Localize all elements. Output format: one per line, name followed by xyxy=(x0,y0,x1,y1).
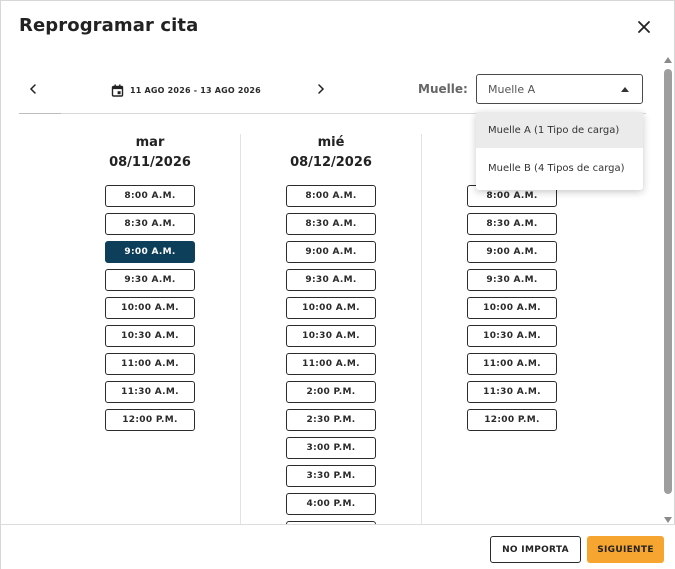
column-divider xyxy=(240,134,241,526)
skip-button[interactable]: NO IMPORTA xyxy=(490,536,581,563)
time-slot[interactable]: 10:00 A.M. xyxy=(467,297,557,319)
next-range-button[interactable] xyxy=(311,79,331,99)
next-button[interactable]: SIGUIENTE xyxy=(587,536,664,563)
dock-dropdown-menu: Muelle A (1 Tipo de carga) Muelle B (4 T… xyxy=(476,112,643,190)
time-slot[interactable]: 9:30 A.M. xyxy=(286,269,376,291)
day-header-2: mié 08/12/2026 xyxy=(286,135,376,170)
day-date: 08/12/2026 xyxy=(290,155,372,170)
slot-list-day-2: 8:00 A.M. 8:30 A.M. 9:00 A.M. 9:30 A.M. … xyxy=(286,185,376,549)
time-slot[interactable]: 10:30 A.M. xyxy=(467,325,557,347)
scroll-up-icon[interactable] xyxy=(664,57,672,63)
close-button[interactable] xyxy=(632,15,656,39)
vertical-scrollbar[interactable] xyxy=(663,57,673,523)
dialog-footer: NO IMPORTA SIGUIENTE xyxy=(1,524,675,569)
reschedule-dialog: Reprogramar cita 11 AGO 2026 - 13 AGO 20… xyxy=(0,0,675,569)
slot-list-day-1: 8:00 A.M. 8:30 A.M. 9:00 A.M. 9:30 A.M. … xyxy=(105,185,195,437)
time-slot[interactable]: 9:30 A.M. xyxy=(105,269,195,291)
header-divider-accent xyxy=(19,113,61,114)
time-slot[interactable]: 9:00 A.M. xyxy=(467,241,557,263)
time-slot[interactable]: 10:30 A.M. xyxy=(286,325,376,347)
caret-up-icon xyxy=(621,87,629,92)
time-slot[interactable]: 3:30 P.M. xyxy=(286,465,376,487)
time-slot[interactable]: 8:30 A.M. xyxy=(467,213,557,235)
time-slot[interactable]: 11:00 A.M. xyxy=(286,353,376,375)
day-name: mié xyxy=(317,135,345,150)
time-slot-selected[interactable]: 9:00 A.M. xyxy=(105,241,195,263)
date-range-text: 11 AGO 2026 - 13 AGO 2026 xyxy=(130,85,261,95)
dialog-title: Reprogramar cita xyxy=(19,15,199,36)
chevron-right-icon xyxy=(318,84,325,94)
dock-select-value: Muelle A xyxy=(488,82,536,96)
time-slot[interactable]: 12:00 P.M. xyxy=(467,409,557,431)
previous-range-button[interactable] xyxy=(23,79,43,99)
time-slot[interactable]: 3:00 P.M. xyxy=(286,437,376,459)
time-slot[interactable]: 11:30 A.M. xyxy=(467,381,557,403)
calendar-icon xyxy=(111,84,124,97)
dock-label: Muelle: xyxy=(418,82,468,96)
time-slot[interactable]: 10:00 A.M. xyxy=(286,297,376,319)
time-slot[interactable]: 10:00 A.M. xyxy=(105,297,195,319)
date-range-picker[interactable]: 11 AGO 2026 - 13 AGO 2026 xyxy=(111,81,261,99)
time-slot[interactable]: 8:00 A.M. xyxy=(286,185,376,207)
time-slot[interactable]: 8:00 A.M. xyxy=(105,185,195,207)
time-slot[interactable]: 9:00 A.M. xyxy=(286,241,376,263)
time-slot[interactable]: 2:00 P.M. xyxy=(286,381,376,403)
time-slot[interactable]: 2:30 P.M. xyxy=(286,409,376,431)
time-slot[interactable]: 11:30 A.M. xyxy=(105,381,195,403)
slot-list-day-3: 8:00 A.M. 8:30 A.M. 9:00 A.M. 9:30 A.M. … xyxy=(467,185,557,437)
time-slot[interactable]: 8:30 A.M. xyxy=(105,213,195,235)
chevron-left-icon xyxy=(29,84,36,94)
dock-select[interactable]: Muelle A xyxy=(476,74,643,104)
day-header-1: mar 08/11/2026 xyxy=(105,135,195,170)
time-slot[interactable]: 10:30 A.M. xyxy=(105,325,195,347)
scroll-down-icon[interactable] xyxy=(664,517,672,523)
time-slot[interactable]: 12:00 P.M. xyxy=(105,409,195,431)
scrollbar-thumb[interactable] xyxy=(664,69,672,494)
time-slot[interactable]: 8:30 A.M. xyxy=(286,213,376,235)
time-slot[interactable]: 11:00 A.M. xyxy=(467,353,557,375)
close-icon xyxy=(638,21,650,33)
day-name: mar xyxy=(135,135,165,150)
dock-option-b[interactable]: Muelle B (4 Tipos de carga) xyxy=(476,150,643,186)
column-divider xyxy=(421,134,422,526)
day-date: 08/11/2026 xyxy=(109,155,191,170)
time-slot[interactable]: 11:00 A.M. xyxy=(105,353,195,375)
time-slot[interactable]: 4:00 P.M. xyxy=(286,493,376,515)
time-slot[interactable]: 9:30 A.M. xyxy=(467,269,557,291)
dock-option-a[interactable]: Muelle A (1 Tipo de carga) xyxy=(476,112,643,148)
